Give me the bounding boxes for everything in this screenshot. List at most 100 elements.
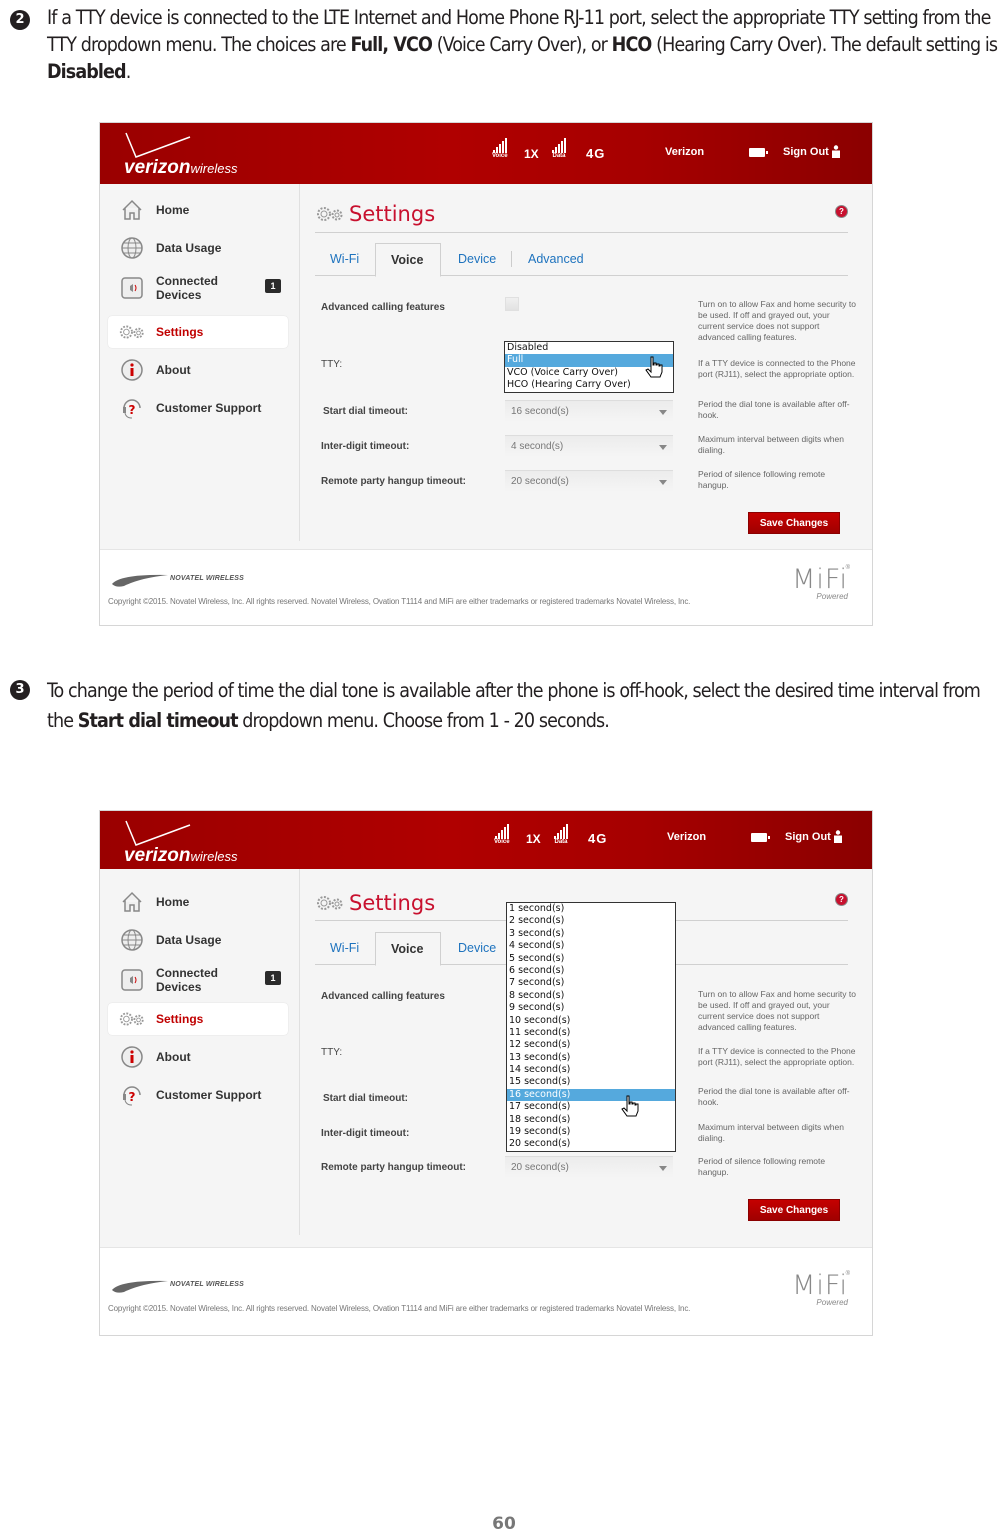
dropdown-option[interactable]: 18 second(s): [507, 1114, 675, 1126]
dropdown-option[interactable]: 5 second(s): [507, 953, 675, 965]
tab-device[interactable]: Device: [443, 243, 511, 276]
dropdown-option[interactable]: 3 second(s): [507, 928, 675, 940]
dropdown-option[interactable]: 11 second(s): [507, 1027, 675, 1039]
mifi-logo: MiFi: [792, 1270, 848, 1301]
tab-voice[interactable]: Voice: [375, 932, 441, 966]
sign-out-link[interactable]: Sign Out: [785, 831, 831, 843]
sidebar: Home Data Usage Connected Devices 1 Sett…: [100, 869, 300, 1235]
help-icon[interactable]: ?: [835, 205, 848, 218]
sidebar-item-settings[interactable]: Settings: [108, 316, 288, 348]
sidebar-label: Home: [156, 895, 190, 909]
dropdown-option[interactable]: 13 second(s): [507, 1052, 675, 1064]
verizon-logo: verizonwireless: [124, 131, 274, 178]
globe-icon: [118, 234, 146, 262]
info-icon: [118, 1043, 146, 1071]
page-title-text: Settings: [349, 202, 436, 226]
inter-digit-desc: Maximum interval between digits when dia…: [698, 1122, 844, 1143]
bold-term: Start dial timeout: [77, 709, 239, 732]
svg-text:?: ?: [129, 403, 136, 417]
tty-label: TTY:: [321, 1047, 343, 1058]
network-4g: 4G: [586, 146, 606, 161]
remote-hangup-label: Remote party hangup timeout:: [321, 476, 467, 487]
remote-hangup-select[interactable]: 20 second(s): [505, 470, 673, 492]
svg-text:?: ?: [129, 1090, 136, 1104]
step-number-badge: 3: [10, 680, 30, 700]
text-run: .: [125, 60, 132, 83]
sidebar-item-customer-support[interactable]: ? Customer Support: [108, 1079, 288, 1111]
sidebar-item-customer-support[interactable]: ? Customer Support: [108, 392, 288, 424]
dropdown-option[interactable]: 9 second(s): [507, 1002, 675, 1014]
tty-desc: If a TTY device is connected to the Phon…: [698, 1046, 856, 1067]
select-value: 20 second(s): [511, 476, 569, 487]
dropdown-option[interactable]: HCO (Hearing Carry Over): [505, 379, 673, 391]
mifi-logo: MiFi: [792, 564, 848, 595]
dropdown-option[interactable]: 14 second(s): [507, 1064, 675, 1076]
gears-icon: [317, 207, 343, 221]
sidebar-item-home[interactable]: Home: [108, 194, 288, 226]
bold-term: Disabled: [47, 60, 127, 83]
save-changes-button[interactable]: Save Changes: [748, 512, 840, 534]
sidebar-item-settings[interactable]: Settings: [108, 1003, 288, 1035]
sidebar: Home Data Usage Connected Devices 1 Sett…: [100, 184, 300, 541]
dropdown-option[interactable]: 8 second(s): [507, 990, 675, 1002]
remote-hangup-desc: Period of silence following remote hangu…: [698, 469, 826, 490]
dropdown-option[interactable]: 1 second(s): [507, 903, 675, 915]
text-run: (Hearing Carry Over). The default settin…: [651, 33, 998, 56]
dropdown-option[interactable]: 17 second(s): [507, 1101, 675, 1113]
info-icon: [118, 356, 146, 384]
dropdown-option[interactable]: 19 second(s): [507, 1126, 675, 1138]
dropdown-option[interactable]: 4 second(s): [507, 940, 675, 952]
start-dial-label: Start dial timeout:: [323, 1093, 409, 1104]
tab-advanced[interactable]: Advanced: [513, 243, 599, 276]
dropdown-option[interactable]: 12 second(s): [507, 1039, 675, 1051]
dropdown-option[interactable]: 6 second(s): [507, 965, 675, 977]
remote-hangup-select[interactable]: 20 second(s): [505, 1156, 673, 1178]
app-footer: NOVATEL WIRELESS Copyright ©2015. Novate…: [100, 549, 872, 625]
sidebar-item-data-usage[interactable]: Data Usage: [108, 924, 288, 956]
dropdown-option[interactable]: 20 second(s): [507, 1138, 675, 1150]
app-footer: NOVATEL WIRELESS Copyright ©2015. Novate…: [100, 1247, 872, 1335]
hand-cursor-icon: [621, 1095, 639, 1117]
tab-voice[interactable]: Voice: [375, 243, 441, 277]
chevron-down-icon: [659, 445, 667, 450]
tab-wifi[interactable]: Wi-Fi: [315, 932, 374, 965]
tab-separator: [511, 251, 512, 267]
start-dial-dropdown-list[interactable]: 1 second(s) 2 second(s) 3 second(s) 4 secon…: [506, 902, 676, 1152]
sidebar-item-home[interactable]: Home: [108, 886, 288, 918]
tab-device[interactable]: Device: [443, 932, 511, 965]
sidebar-item-about[interactable]: About: [108, 354, 288, 386]
start-dial-select[interactable]: 16 second(s): [505, 400, 673, 422]
dropdown-option[interactable]: 16 second(s): [507, 1088, 675, 1102]
sign-out-link[interactable]: Sign Out: [783, 146, 829, 158]
tty-desc: If a TTY device is connected to the Phon…: [698, 358, 856, 379]
inter-digit-label: Inter-digit timeout:: [321, 1128, 410, 1139]
sidebar-item-connected-devices[interactable]: Connected Devices 1: [108, 962, 288, 998]
dropdown-option[interactable]: 10 second(s): [507, 1015, 675, 1027]
save-changes-button[interactable]: Save Changes: [748, 1199, 840, 1221]
inter-digit-select[interactable]: 4 second(s): [505, 435, 673, 457]
home-icon: [118, 196, 146, 224]
gears-icon: [118, 318, 146, 346]
dropdown-option[interactable]: 15 second(s): [507, 1076, 675, 1088]
inter-digit-label: Inter-digit timeout:: [321, 441, 410, 452]
tab-wifi[interactable]: Wi-Fi: [315, 243, 374, 276]
sidebar-label: About: [156, 363, 191, 377]
dropdown-option[interactable]: 7 second(s): [507, 977, 675, 989]
dropdown-option[interactable]: Disabled: [505, 342, 673, 354]
dropdown-option[interactable]: 2 second(s): [507, 915, 675, 927]
sidebar-label: Connected Devices: [156, 966, 219, 994]
start-dial-desc: Period the dial tone is available after …: [698, 1086, 850, 1107]
sidebar-item-data-usage[interactable]: Data Usage: [108, 232, 288, 264]
verizon-logo: verizonwireless: [124, 819, 274, 866]
powered-text: Powered: [816, 592, 848, 601]
support-icon: ?: [118, 394, 146, 422]
signal-bars-icon: [492, 137, 508, 153]
hand-cursor-icon: [645, 356, 663, 378]
start-dial-label: Start dial timeout:: [323, 406, 409, 417]
help-icon[interactable]: ?: [835, 893, 848, 906]
chevron-down-icon: [659, 1166, 667, 1171]
advanced-calling-label: Advanced calling features: [321, 302, 445, 313]
advanced-calling-checkbox[interactable]: [505, 297, 519, 311]
sidebar-item-connected-devices[interactable]: Connected Devices 1: [108, 270, 288, 306]
sidebar-item-about[interactable]: About: [108, 1041, 288, 1073]
